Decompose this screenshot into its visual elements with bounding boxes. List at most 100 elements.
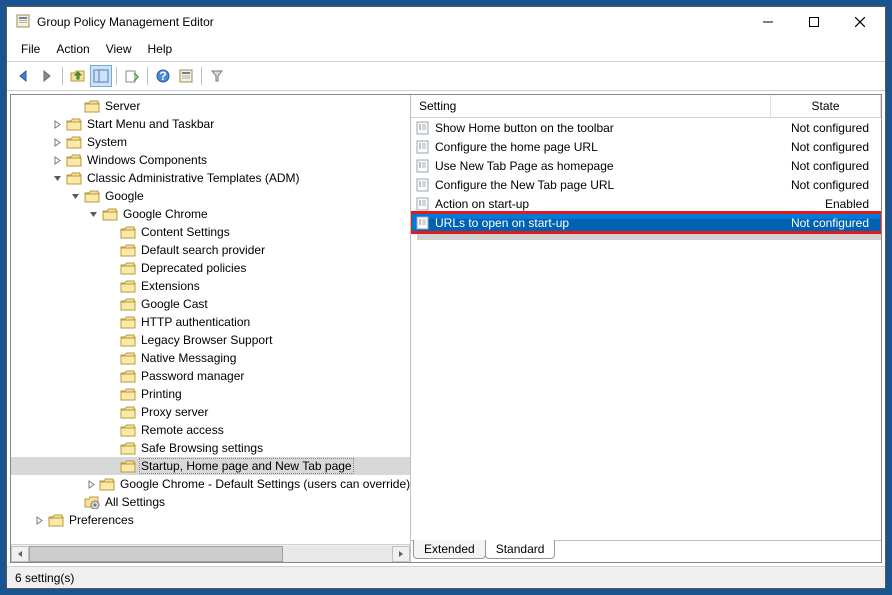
folder-icon bbox=[120, 316, 136, 329]
tree-item[interactable]: Legacy Browser Support bbox=[11, 331, 410, 349]
folder-icon bbox=[120, 442, 136, 455]
tree-item[interactable]: Safe Browsing settings bbox=[11, 439, 410, 457]
tree-item[interactable]: Content Settings bbox=[11, 223, 410, 241]
list-row[interactable]: Use New Tab Page as homepageNot configur… bbox=[411, 156, 881, 175]
tree-item[interactable]: Start Menu and Taskbar bbox=[11, 115, 410, 133]
menu-view[interactable]: View bbox=[98, 39, 140, 59]
scroll-track[interactable] bbox=[29, 546, 392, 562]
close-button[interactable] bbox=[837, 8, 883, 36]
scroll-thumb[interactable] bbox=[29, 546, 283, 562]
tree-item[interactable]: System bbox=[11, 133, 410, 151]
tree-item[interactable]: Google Cast bbox=[11, 295, 410, 313]
tree-item[interactable]: Deprecated policies bbox=[11, 259, 410, 277]
back-button[interactable] bbox=[13, 65, 35, 87]
menu-file[interactable]: File bbox=[13, 39, 48, 59]
collapse-icon[interactable] bbox=[51, 172, 63, 184]
folder-icon bbox=[120, 424, 136, 437]
tree-item-label: All Settings bbox=[103, 495, 167, 509]
expander-placeholder bbox=[105, 406, 117, 418]
setting-name: Configure the New Tab page URL bbox=[435, 178, 777, 192]
menu-help[interactable]: Help bbox=[140, 39, 181, 59]
filter-button[interactable] bbox=[206, 65, 228, 87]
tree-item[interactable]: Preferences bbox=[11, 511, 410, 529]
setting-name: URLs to open on start-up bbox=[435, 216, 777, 230]
expander-placeholder bbox=[105, 388, 117, 400]
tree-item-label: Legacy Browser Support bbox=[139, 333, 274, 347]
folder-icon bbox=[120, 262, 136, 275]
tree-item[interactable]: Password manager bbox=[11, 367, 410, 385]
list-row[interactable]: URLs to open on start-upNot configured bbox=[411, 213, 881, 232]
tab-standard[interactable]: Standard bbox=[485, 540, 556, 559]
window: Group Policy Management Editor File Acti… bbox=[6, 6, 886, 589]
collapse-icon[interactable] bbox=[69, 190, 81, 202]
tree-item[interactable]: All Settings bbox=[11, 493, 410, 511]
tree-item[interactable]: Printing bbox=[11, 385, 410, 403]
folder-icon bbox=[120, 244, 136, 257]
menubar: File Action View Help bbox=[7, 37, 885, 62]
status-text: 6 setting(s) bbox=[15, 571, 74, 585]
tree-item-label: Default search provider bbox=[139, 243, 267, 257]
tree-item[interactable]: HTTP authentication bbox=[11, 313, 410, 331]
statusbar: 6 setting(s) bbox=[7, 566, 885, 588]
tree-item[interactable]: Google bbox=[11, 187, 410, 205]
tab-extended[interactable]: Extended bbox=[413, 540, 486, 559]
tree-item[interactable]: Startup, Home page and New Tab page bbox=[11, 457, 410, 475]
up-folder-button[interactable] bbox=[67, 65, 89, 87]
expand-icon[interactable] bbox=[51, 136, 63, 148]
expand-icon[interactable] bbox=[51, 154, 63, 166]
show-hide-tree-button[interactable] bbox=[90, 65, 112, 87]
properties-button[interactable] bbox=[175, 65, 197, 87]
tree-item[interactable]: Remote access bbox=[11, 421, 410, 439]
tree-item[interactable]: Native Messaging bbox=[11, 349, 410, 367]
list-pane: Setting State Show Home button on the to… bbox=[411, 95, 881, 562]
policy-setting-icon bbox=[415, 140, 431, 154]
list-row[interactable]: Show Home button on the toolbarNot confi… bbox=[411, 118, 881, 137]
folder-icon bbox=[120, 352, 136, 365]
list-row[interactable]: Configure the home page URLNot configure… bbox=[411, 137, 881, 156]
setting-state: Not configured bbox=[777, 140, 877, 154]
forward-button[interactable] bbox=[36, 65, 58, 87]
list-row[interactable]: Action on start-upEnabled bbox=[411, 194, 881, 213]
tree-item[interactable]: Windows Components bbox=[11, 151, 410, 169]
list-view[interactable]: Show Home button on the toolbarNot confi… bbox=[411, 118, 881, 540]
tree-item[interactable]: Extensions bbox=[11, 277, 410, 295]
tree-item-label: Extensions bbox=[139, 279, 202, 293]
tree-item-label: Preferences bbox=[67, 513, 136, 527]
tree-pane: ServerStart Menu and TaskbarSystemWindow… bbox=[11, 95, 411, 562]
app-icon bbox=[15, 13, 31, 32]
tree-item[interactable]: Proxy server bbox=[11, 403, 410, 421]
folder-icon bbox=[120, 460, 136, 473]
expand-icon[interactable] bbox=[87, 478, 96, 490]
folder-icon bbox=[99, 478, 115, 491]
policy-setting-icon bbox=[415, 178, 431, 192]
folder-icon bbox=[48, 514, 64, 527]
tree-item[interactable]: Classic Administrative Templates (ADM) bbox=[11, 169, 410, 187]
horizontal-scrollbar[interactable] bbox=[11, 544, 410, 562]
list-row[interactable]: Configure the New Tab page URLNot config… bbox=[411, 175, 881, 194]
tree-view[interactable]: ServerStart Menu and TaskbarSystemWindow… bbox=[11, 95, 410, 544]
menu-action[interactable]: Action bbox=[48, 39, 97, 59]
tree-item-label: Content Settings bbox=[139, 225, 232, 239]
help-button[interactable]: ? bbox=[152, 65, 174, 87]
tree-item-label: Google Cast bbox=[139, 297, 210, 311]
export-button[interactable] bbox=[121, 65, 143, 87]
tree-item[interactable]: Default search provider bbox=[11, 241, 410, 259]
tree-item[interactable]: Google Chrome bbox=[11, 205, 410, 223]
folder-icon bbox=[120, 334, 136, 347]
scroll-left-button[interactable] bbox=[11, 546, 29, 562]
expander-placeholder bbox=[105, 298, 117, 310]
folder-icon bbox=[120, 406, 136, 419]
minimize-button[interactable] bbox=[745, 8, 791, 36]
policy-setting-icon bbox=[415, 216, 431, 230]
expander-placeholder bbox=[105, 244, 117, 256]
column-header-setting[interactable]: Setting bbox=[411, 95, 771, 117]
collapse-icon[interactable] bbox=[87, 208, 99, 220]
tree-item[interactable]: Google Chrome - Default Settings (users … bbox=[11, 475, 410, 493]
toolbar-separator bbox=[116, 67, 117, 85]
expand-icon[interactable] bbox=[51, 118, 63, 130]
scroll-right-button[interactable] bbox=[392, 546, 410, 562]
expand-icon[interactable] bbox=[33, 514, 45, 526]
tree-item[interactable]: Server bbox=[11, 97, 410, 115]
column-header-state[interactable]: State bbox=[771, 95, 881, 117]
maximize-button[interactable] bbox=[791, 8, 837, 36]
